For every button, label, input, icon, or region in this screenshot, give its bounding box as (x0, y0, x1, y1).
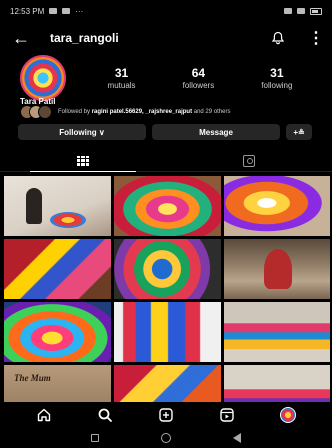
status-right (284, 7, 322, 15)
system-nav (0, 428, 332, 448)
message-label: Message (199, 127, 233, 137)
chevron-down-icon: ∨ (98, 127, 105, 137)
stat-mutuals[interactable]: 31 mutuals (108, 66, 136, 90)
followed-by-prefix: Followed by (58, 108, 92, 115)
home-icon[interactable] (33, 404, 55, 426)
bell-icon[interactable] (270, 30, 286, 46)
back-arrow-icon[interactable]: ← (12, 28, 36, 49)
profile-actions: Following ∨ Message +≗ (18, 124, 324, 140)
followed-by-suffix: and 29 others (192, 108, 231, 115)
post-thumbnail[interactable] (224, 365, 330, 402)
stat-value: 31 (114, 66, 129, 80)
followed-by[interactable]: Followed by ragini patel.56629, _rajshre… (20, 105, 320, 119)
status-time: 12:53 PM (10, 6, 45, 16)
stat-label: mutuals (107, 81, 136, 90)
post-thumbnail[interactable] (4, 239, 111, 299)
more-options-icon[interactable]: ⋮ (308, 28, 324, 48)
mutual-avatars (20, 105, 54, 119)
stat-followers[interactable]: 64 followers (183, 66, 215, 90)
profile-avatar-icon (279, 407, 296, 423)
create-post-icon[interactable] (155, 404, 177, 426)
stat-label: following (261, 81, 293, 90)
tab-posts[interactable] (0, 150, 166, 172)
add-user-icon: +≗ (293, 127, 305, 137)
status-dots: ··· (75, 6, 84, 16)
message-button[interactable]: Message (152, 124, 280, 140)
status-left: 12:53 PM ··· (10, 7, 83, 16)
following-label: Following (59, 127, 97, 137)
post-thumbnail[interactable] (114, 365, 221, 402)
post-thumbnail[interactable] (224, 176, 330, 236)
home-button-icon[interactable] (161, 433, 171, 443)
tab-tagged[interactable] (166, 150, 332, 171)
reels-icon[interactable] (216, 404, 238, 426)
post-thumbnail[interactable] (114, 239, 221, 299)
post-thumbnail[interactable] (224, 302, 330, 362)
system-back-icon[interactable] (233, 433, 241, 443)
bottom-nav (0, 402, 332, 428)
post-thumbnail[interactable] (114, 302, 221, 362)
stat-label: followers (182, 81, 215, 90)
post-thumbnail[interactable] (224, 239, 330, 299)
followed-by-names: ragini patel.56629, _rajshree_rajput (91, 108, 193, 115)
recent-apps-icon[interactable] (91, 434, 99, 442)
followed-by-text: Followed by ragini patel.56629, _rajshre… (58, 109, 230, 116)
post-thumbnail[interactable] (4, 176, 111, 236)
post-thumbnail[interactable] (114, 176, 221, 236)
content-tabs (0, 150, 332, 172)
profile-stats: 31 mutuals 64 followers 31 following (84, 66, 316, 90)
wifi-icon (297, 8, 305, 14)
grid-icon (77, 155, 89, 166)
stat-value: 64 (191, 66, 206, 80)
status-bar: 12:53 PM ··· (0, 0, 332, 22)
post-thumbnail[interactable] (4, 365, 111, 402)
stat-following[interactable]: 31 following (261, 66, 292, 90)
signal-icon (284, 8, 292, 14)
notification-icon (62, 8, 71, 14)
top-nav: ← tara_rangoli ⋮ (0, 24, 332, 52)
post-grid (4, 176, 330, 402)
profile-tab[interactable] (277, 404, 299, 426)
battery-icon (310, 7, 322, 15)
profile-header: 31 mutuals 64 followers 31 following (0, 54, 332, 102)
profile-avatar[interactable] (20, 55, 66, 101)
notification-icon (49, 8, 58, 14)
suggested-users-button[interactable]: +≗ (286, 124, 312, 140)
mutual-avatar (38, 105, 52, 119)
post-thumbnail[interactable] (4, 302, 111, 362)
stat-value: 31 (270, 66, 284, 80)
search-icon[interactable] (94, 404, 116, 426)
profile-username: tara_rangoli (50, 31, 119, 45)
tagged-icon (243, 154, 255, 167)
following-button[interactable]: Following ∨ (18, 124, 146, 140)
